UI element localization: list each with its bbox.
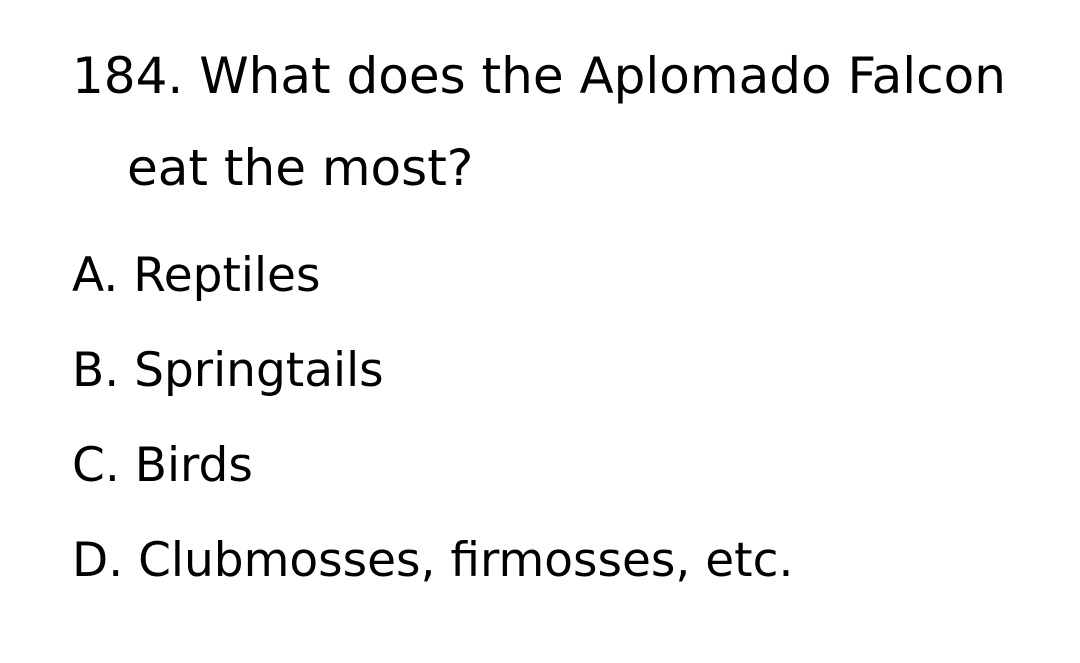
question-line-2: eat the most?: [127, 139, 474, 197]
option-d: D. Clubmosses, firmosses, etc.: [72, 533, 794, 588]
answer-options-list: A. Reptiles B. Springtails C. Birds D. C…: [72, 228, 793, 608]
question-line-1: 184. What does the Aplomado Falcon: [72, 47, 1006, 105]
option-b: B. Springtails: [72, 343, 384, 398]
option-c: C. Birds: [72, 438, 253, 493]
option-a: A. Reptiles: [72, 248, 321, 303]
question-text: 184. What does the Aplomado Falcon eat t…: [72, 30, 1062, 214]
